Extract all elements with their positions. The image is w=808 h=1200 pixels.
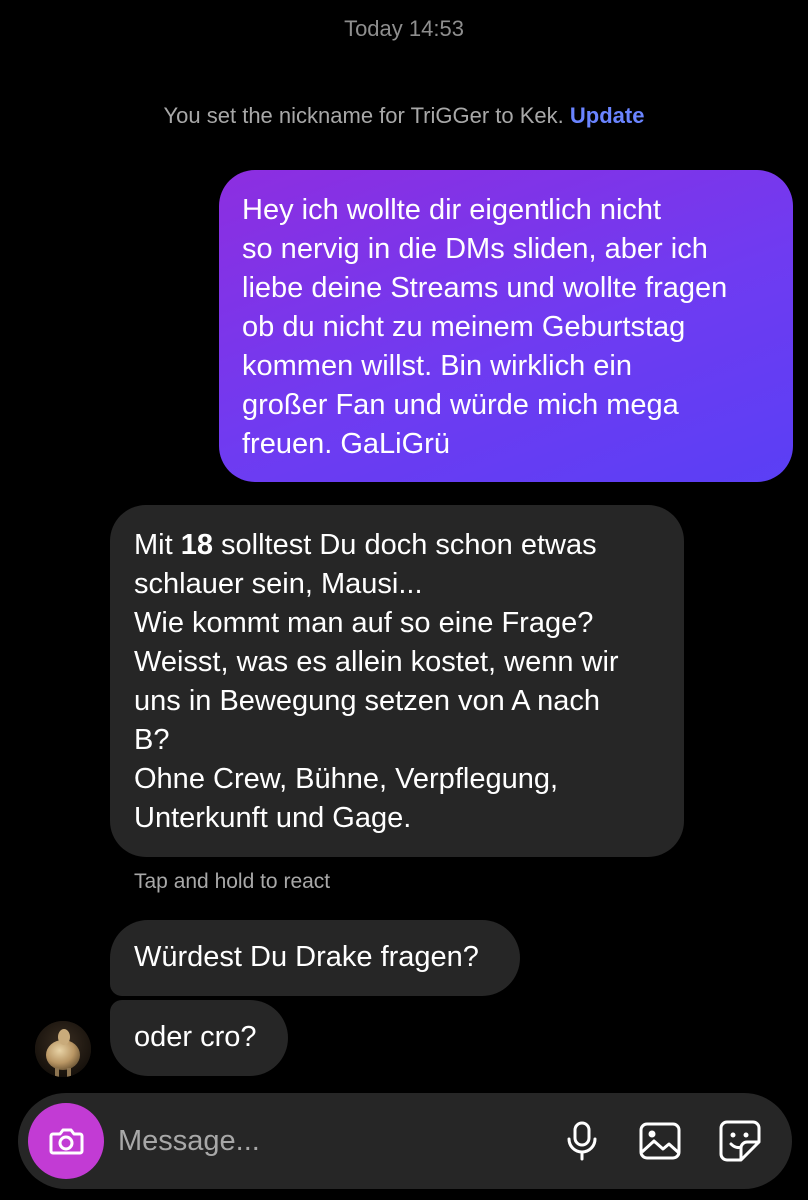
camera-button[interactable]	[28, 1103, 104, 1179]
message-line: Ohne Crew, Bühne, Verpflegung,	[134, 763, 559, 795]
message-line: schlauer sein, Mausi...	[134, 568, 423, 600]
microphone-icon	[567, 1121, 597, 1161]
message-line: uns in Bewegung setzen von A nach	[134, 685, 600, 717]
sticker-button[interactable]	[716, 1117, 764, 1165]
message-line: Mit 18 solltest Du doch schon etwas	[134, 526, 662, 565]
message-text: oder cro?	[134, 1021, 257, 1053]
incoming-message-bubble[interactable]: oder cro?	[110, 1000, 288, 1076]
message-line: kommen willst. Bin wirklich ein	[242, 350, 632, 382]
message-line: Wie kommt man auf so eine Frage?	[134, 607, 594, 639]
system-note-text: You set the nickname for TriGGer to Kek.	[163, 103, 564, 128]
message-bold-text: 18	[180, 529, 213, 561]
gallery-icon	[639, 1122, 681, 1160]
incoming-message-bubble[interactable]: Mit 18 solltest Du doch schon etwas schl…	[110, 505, 684, 857]
message-input[interactable]	[118, 1117, 538, 1165]
message-text: solltest Du doch schon etwas	[212, 529, 597, 561]
outgoing-message-bubble[interactable]: Hey ich wollte dir eigentlich nicht so n…	[219, 170, 793, 482]
avatar-image	[35, 1021, 91, 1077]
message-text: Würdest Du Drake fragen?	[134, 941, 479, 973]
microphone-button[interactable]	[558, 1117, 606, 1165]
message-line: freuen. GaLiGrü	[242, 428, 450, 460]
message-line: großer Fan und würde mich mega	[242, 389, 679, 421]
sticker-icon	[719, 1120, 761, 1162]
tap-hold-react-hint: Tap and hold to react	[134, 870, 331, 893]
gallery-button[interactable]	[636, 1117, 684, 1165]
message-line: liebe deine Streams und wollte fragen	[242, 272, 728, 304]
sender-avatar[interactable]	[35, 1021, 91, 1077]
thread-timestamp: Today 14:53	[344, 16, 464, 41]
nickname-system-note: You set the nickname for TriGGer to Kek.…	[0, 101, 808, 131]
camera-icon	[49, 1128, 84, 1155]
message-composer	[18, 1093, 792, 1189]
update-nickname-link[interactable]: Update	[570, 103, 645, 128]
message-line: so nervig in die DMs sliden, aber ich	[242, 233, 708, 265]
message-text: Mit	[134, 529, 181, 561]
incoming-message-bubble[interactable]: Würdest Du Drake fragen?	[110, 920, 520, 996]
message-line: ob du nicht zu meinem Geburtstag	[242, 311, 686, 343]
message-line: Hey ich wollte dir eigentlich nicht	[242, 194, 662, 226]
message-line: B?	[134, 724, 170, 756]
message-line: Weisst, was es allein kostet, wenn wir	[134, 646, 619, 678]
message-line: Unterkunft und Gage.	[134, 802, 412, 834]
